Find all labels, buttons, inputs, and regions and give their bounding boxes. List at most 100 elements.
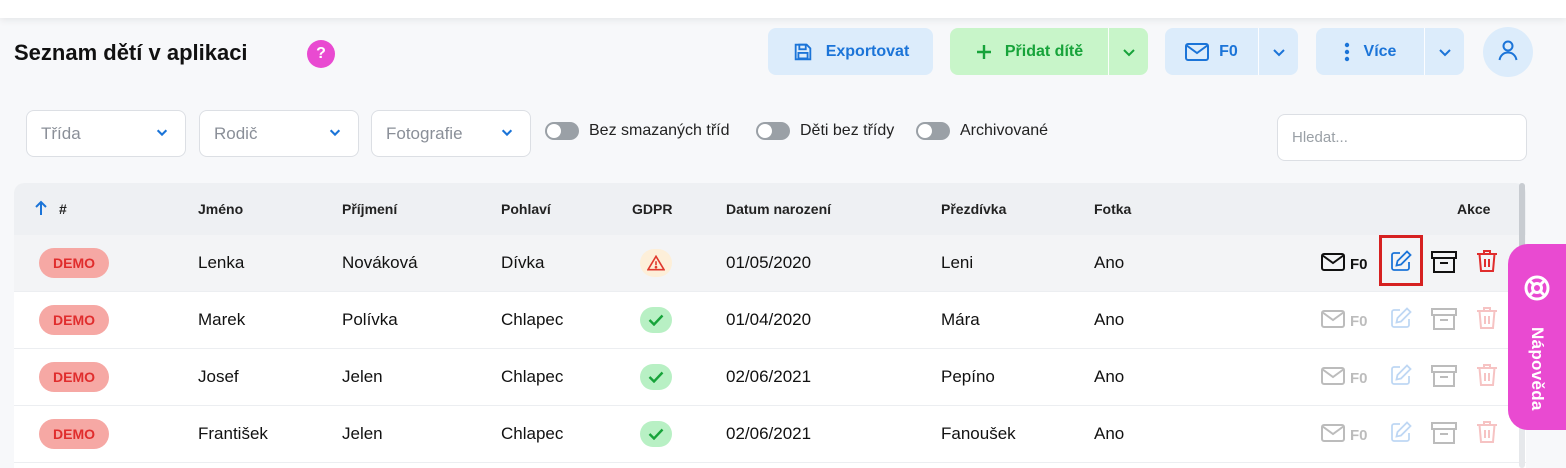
archive-button[interactable]	[1431, 307, 1457, 336]
chevron-down-icon	[1437, 44, 1453, 60]
column-header-birth-date[interactable]: Datum narození	[726, 201, 831, 217]
cell-last-name: Nováková	[342, 253, 418, 272]
column-header-actions: Akce	[1457, 201, 1491, 217]
mail-icon	[1321, 253, 1345, 276]
chevron-down-icon	[1271, 44, 1287, 60]
mail-action-button[interactable]: F0	[1321, 310, 1368, 333]
edit-button[interactable]	[1389, 306, 1413, 335]
column-header-gdpr[interactable]: GDPR	[632, 201, 672, 217]
page-title: Seznam dětí v aplikaci	[14, 40, 248, 65]
archive-icon	[1431, 364, 1457, 393]
edit-button[interactable]	[1389, 363, 1413, 392]
add-child-button-group: Přidat dítě	[950, 28, 1148, 75]
trash-icon	[1476, 363, 1498, 392]
class-filter-label: Třída	[41, 123, 81, 143]
toggle-children-without-class[interactable]: Děti bez třídy	[756, 122, 894, 140]
user-icon	[1496, 38, 1520, 67]
cell-gender: Chlapec	[501, 310, 564, 329]
edit-button[interactable]	[1389, 249, 1413, 278]
mail-action-label: F0	[1350, 427, 1368, 444]
column-header-last-name[interactable]: Příjmení	[342, 201, 397, 217]
trash-icon	[1476, 249, 1498, 278]
cell-first-name: Lenka	[198, 253, 245, 272]
mail-action-button[interactable]: F0	[1321, 367, 1368, 390]
delete-button[interactable]	[1476, 249, 1498, 278]
add-child-button[interactable]: Přidat dítě	[950, 28, 1108, 75]
export-label: Exportovat	[825, 42, 910, 60]
mail-button-group: F0	[1165, 28, 1298, 75]
delete-button[interactable]	[1476, 306, 1498, 335]
mail-icon	[1321, 367, 1345, 390]
cell-last-name: Jelen	[342, 424, 383, 443]
table-row[interactable]: DEMO František Jelen Chlapec 02/06/2021 …	[14, 406, 1526, 463]
toggle-switch[interactable]	[756, 122, 790, 140]
toggle-no-deleted-classes[interactable]: Bez smazaných tříd	[545, 122, 730, 140]
more-button-group: Více	[1316, 28, 1464, 75]
add-child-dropdown[interactable]	[1109, 28, 1148, 75]
more-label: Více	[1363, 42, 1397, 60]
column-header-first-name[interactable]: Jméno	[198, 201, 243, 217]
cell-photo: Ano	[1094, 424, 1125, 443]
mail-label: F0	[1219, 42, 1238, 60]
help-tab[interactable]: Nápověda	[1508, 244, 1566, 430]
toggle-archived[interactable]: Archivované	[916, 122, 1048, 140]
delete-button[interactable]	[1476, 420, 1498, 449]
mail-action-button[interactable]: F0	[1321, 424, 1368, 447]
mail-dropdown[interactable]	[1259, 28, 1298, 75]
button-divider	[1424, 28, 1425, 75]
more-vertical-icon	[1344, 42, 1350, 62]
archive-button[interactable]	[1431, 250, 1457, 279]
cell-first-name: František	[198, 424, 268, 443]
class-filter-select[interactable]: Třída	[26, 110, 186, 157]
cell-last-name: Jelen	[342, 367, 383, 386]
lifebuoy-icon	[1523, 274, 1551, 307]
table-row[interactable]: DEMO Lenka Nováková Dívka 01/05/2020 Len…	[14, 235, 1526, 292]
user-menu-button[interactable]	[1483, 27, 1533, 77]
column-header-photo[interactable]: Fotka	[1094, 201, 1131, 217]
table-header: # Jméno Příjmení Pohlaví GDPR Datum naro…	[14, 183, 1526, 235]
cell-first-name: Marek	[198, 310, 246, 329]
help-icon[interactable]: ?	[307, 40, 335, 68]
column-header-gender[interactable]: Pohlaví	[501, 201, 551, 217]
archive-icon	[1431, 250, 1457, 279]
mail-icon	[1321, 310, 1345, 333]
edit-button[interactable]	[1389, 420, 1413, 449]
photo-filter-label: Fotografie	[386, 123, 463, 143]
help-tab-label: Nápověda	[1528, 327, 1547, 411]
search-input[interactable]	[1277, 114, 1527, 161]
toggle-switch[interactable]	[916, 122, 950, 140]
edit-icon	[1389, 363, 1413, 392]
archive-icon	[1431, 307, 1457, 336]
cell-gender: Dívka	[501, 253, 545, 272]
column-header-nickname[interactable]: Přezdívka	[941, 201, 1006, 217]
parent-filter-select[interactable]: Rodič	[199, 110, 359, 157]
edit-icon	[1389, 249, 1413, 278]
demo-badge: DEMO	[39, 362, 109, 392]
more-dropdown[interactable]	[1425, 28, 1464, 75]
archive-button[interactable]	[1431, 364, 1457, 393]
photo-filter-select[interactable]: Fotografie	[371, 110, 531, 157]
archive-button[interactable]	[1431, 421, 1457, 450]
toggle-label: Děti bez třídy	[800, 122, 895, 139]
delete-button[interactable]	[1476, 363, 1498, 392]
mail-button[interactable]: F0	[1165, 28, 1258, 75]
cell-nickname: Fanoušek	[941, 424, 1016, 443]
cell-nickname: Mára	[941, 310, 980, 329]
table-row[interactable]: DEMO Marek Polívka Chlapec 01/04/2020 Má…	[14, 292, 1526, 349]
table-row[interactable]: DEMO Josef Jelen Chlapec 02/06/2021 Pepí…	[14, 349, 1526, 406]
mail-action-button[interactable]: F0	[1321, 253, 1368, 276]
sort-up-icon[interactable]	[34, 200, 48, 219]
cell-photo: Ano	[1094, 310, 1125, 329]
warning-icon	[640, 249, 672, 277]
cell-nickname: Pepíno	[941, 367, 995, 386]
toggle-switch[interactable]	[545, 122, 579, 140]
check-icon	[640, 364, 672, 390]
button-divider	[1258, 28, 1259, 75]
more-button[interactable]: Více	[1316, 28, 1424, 75]
trash-icon	[1476, 306, 1498, 335]
parent-filter-label: Rodič	[214, 123, 258, 143]
mail-icon	[1185, 42, 1210, 61]
demo-badge: DEMO	[39, 305, 109, 335]
export-button[interactable]: Exportovat	[768, 28, 933, 75]
column-header-index[interactable]: #	[59, 201, 67, 217]
